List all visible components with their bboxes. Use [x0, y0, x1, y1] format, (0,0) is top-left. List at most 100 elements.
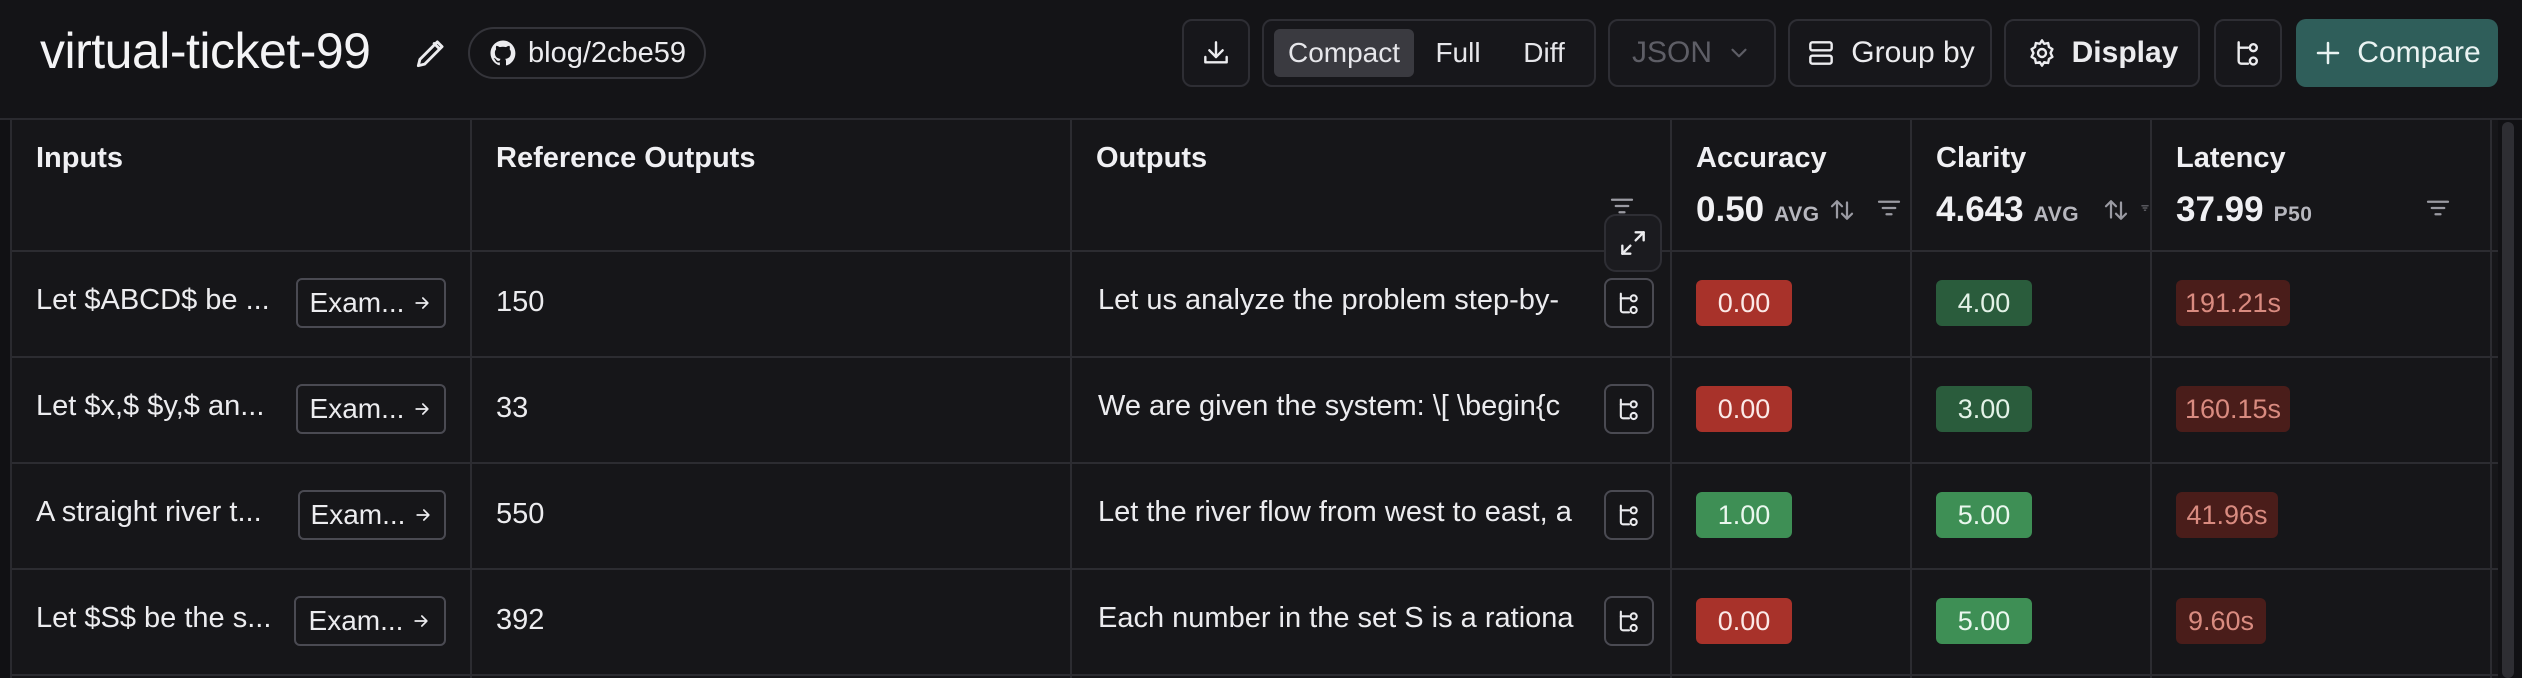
- accuracy-avg-unit: AVG: [1774, 203, 1820, 226]
- column-header-clarity[interactable]: Clarity: [1936, 142, 2026, 175]
- latency-badge[interactable]: 9.60s: [2176, 598, 2266, 644]
- row-divider: [12, 568, 2498, 570]
- view-mode-full[interactable]: Full: [1420, 29, 1496, 77]
- example-button-label: Exam...: [309, 287, 405, 318]
- column-header-inputs[interactable]: Inputs: [36, 142, 123, 175]
- output-cell: We are given the system: \[ \begin{c: [1098, 390, 1561, 422]
- column-divider: [2490, 120, 2492, 678]
- page-title: virtual-ticket-99: [40, 23, 371, 79]
- table-scrollbar[interactable]: [2502, 122, 2514, 678]
- latency-badge[interactable]: 160.15s: [2176, 386, 2290, 432]
- clarity-badge[interactable]: 4.00: [1936, 280, 2032, 326]
- clarity-badge[interactable]: 3.00: [1936, 386, 2032, 432]
- input-cell: Let $x,$ $y,$ an...: [36, 390, 265, 422]
- branch-chip-label: blog/2cbe59: [528, 36, 687, 69]
- example-button[interactable]: Exam...: [296, 384, 446, 434]
- clarity-badge[interactable]: 5.00: [1936, 492, 2032, 538]
- accuracy-badge[interactable]: 0.00: [1696, 386, 1792, 432]
- filter-icon: [2141, 205, 2149, 211]
- input-cell: A straight river t...: [36, 496, 262, 528]
- open-trace-button[interactable]: [1604, 384, 1654, 434]
- accuracy-summary: 0.50 AVG: [1696, 190, 1820, 230]
- accuracy-avg-value: 0.50: [1696, 190, 1765, 229]
- reference-cell: 392: [496, 604, 545, 636]
- display-label: Display: [2071, 36, 2179, 69]
- clarity-summary: 4.643 AVG: [1936, 190, 2079, 230]
- latency-summary: 37.99 P50: [2176, 190, 2312, 230]
- view-mode-toggle: Compact Full Diff: [1262, 19, 1596, 87]
- filter-icon: [1877, 200, 1901, 216]
- output-cell: Let the river flow from west to east, a: [1098, 496, 1572, 528]
- arrow-right-icon: [415, 297, 430, 309]
- group-by-label: Group by: [1851, 36, 1975, 69]
- clarity-avg-value: 4.643: [1936, 190, 2024, 229]
- download-button[interactable]: [1182, 19, 1250, 87]
- row-divider: [12, 462, 2498, 464]
- example-button[interactable]: Exam...: [294, 596, 446, 646]
- reference-cell: 33: [496, 392, 529, 424]
- view-mode-diff[interactable]: Diff: [1502, 29, 1586, 77]
- column-divider: [1910, 120, 1912, 678]
- gear-icon: [2030, 39, 2054, 67]
- latency-filter-button[interactable]: [2418, 188, 2458, 228]
- example-button-label: Exam...: [308, 605, 404, 636]
- compare-button[interactable]: Compare: [2296, 19, 2498, 87]
- expand-icon: [1621, 231, 1645, 255]
- column-divider: [470, 120, 472, 678]
- reference-cell: 550: [496, 498, 545, 530]
- display-button[interactable]: Display: [2004, 19, 2200, 87]
- plus-icon: [2317, 41, 2340, 65]
- input-cell: Let $ABCD$ be ...: [36, 284, 270, 316]
- view-mode-compact[interactable]: Compact: [1274, 29, 1414, 77]
- edit-title-button[interactable]: [408, 30, 454, 76]
- open-trace-button[interactable]: [1604, 596, 1654, 646]
- latency-badge[interactable]: 191.21s: [2176, 280, 2290, 326]
- latency-badge[interactable]: 41.96s: [2176, 492, 2278, 538]
- expand-button[interactable]: [1604, 214, 1662, 272]
- row-divider: [12, 356, 2498, 358]
- latency-p50-value: 37.99: [2176, 190, 2264, 229]
- example-button[interactable]: Exam...: [296, 278, 446, 328]
- accuracy-badge[interactable]: 1.00: [1696, 492, 1792, 538]
- trace-view-button[interactable]: [2214, 19, 2282, 87]
- trace-icon: [1619, 504, 1638, 527]
- accuracy-filter-button[interactable]: [1874, 188, 1910, 228]
- column-header-latency[interactable]: Latency: [2176, 142, 2286, 175]
- accuracy-sort-button[interactable]: [1824, 190, 1860, 230]
- download-icon: [1204, 41, 1228, 64]
- output-cell: Let us analyze the problem step-by-: [1098, 284, 1560, 316]
- page-header: virtual-ticket-99 blog/2cbe59 Compact Fu…: [0, 0, 2522, 120]
- arrow-right-icon: [415, 403, 430, 415]
- column-divider: [1070, 120, 1072, 678]
- latency-p50-unit: P50: [2273, 203, 2313, 226]
- example-button[interactable]: Exam...: [298, 490, 446, 540]
- trace-icon: [2237, 41, 2258, 66]
- input-cell: Let $S$ be the s...: [36, 602, 272, 634]
- group-by-button[interactable]: Group by: [1788, 19, 1992, 87]
- github-icon: [490, 40, 516, 66]
- sort-icon: [2104, 200, 2128, 220]
- column-header-outputs[interactable]: Outputs: [1096, 142, 1207, 175]
- clarity-sort-button[interactable]: [2098, 190, 2134, 230]
- reference-cell: 150: [496, 286, 545, 318]
- open-trace-button[interactable]: [1604, 278, 1654, 328]
- example-button-label: Exam...: [310, 499, 406, 530]
- pencil-icon: [416, 40, 444, 68]
- clarity-filter-button[interactable]: [2140, 188, 2150, 228]
- trace-icon: [1619, 610, 1638, 633]
- column-header-reference-outputs[interactable]: Reference Outputs: [496, 142, 755, 175]
- results-table: Inputs Reference Outputs Outputs Accurac…: [12, 120, 2498, 678]
- output-cell: Each number in the set S is a rationa: [1098, 602, 1574, 634]
- format-select[interactable]: JSON: [1608, 19, 1776, 87]
- column-header-accuracy[interactable]: Accuracy: [1696, 142, 1827, 175]
- accuracy-badge[interactable]: 0.00: [1696, 280, 1792, 326]
- branch-chip[interactable]: blog/2cbe59: [468, 27, 707, 79]
- clarity-badge[interactable]: 5.00: [1936, 598, 2032, 644]
- sort-icon: [1830, 200, 1854, 220]
- row-divider: [12, 674, 2498, 676]
- accuracy-badge[interactable]: 0.00: [1696, 598, 1792, 644]
- filter-icon: [2426, 200, 2450, 216]
- trace-icon: [1619, 292, 1638, 315]
- column-divider: [1670, 120, 1672, 678]
- open-trace-button[interactable]: [1604, 490, 1654, 540]
